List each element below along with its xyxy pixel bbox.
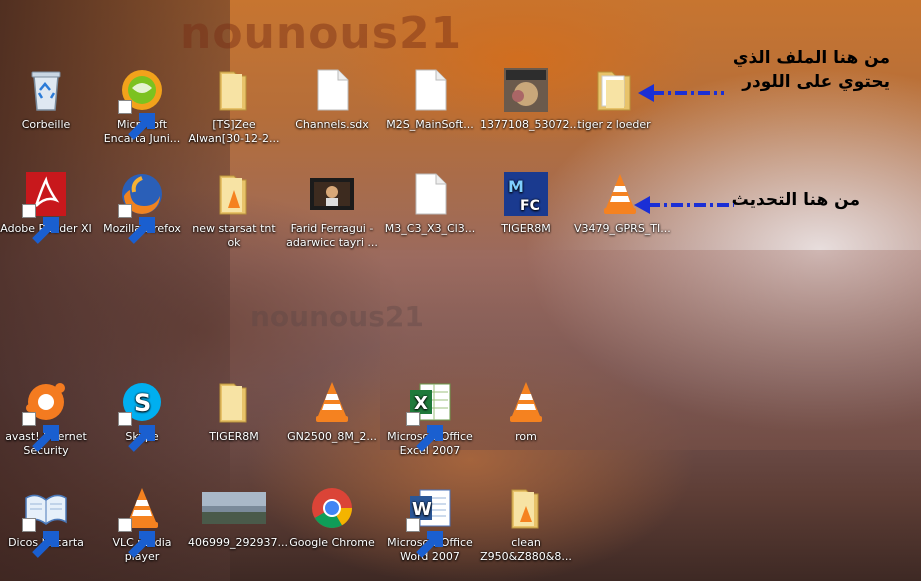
image-thumbnail-icon (202, 484, 266, 532)
desktop-icon-avast[interactable]: avast! Internet Security (0, 378, 94, 458)
shortcut-arrow-icon (406, 518, 443, 558)
desktop-icon-firefox[interactable]: Mozilla Firefox (94, 170, 190, 244)
folder-icon (502, 484, 550, 532)
desktop-icon-vlc-media-player[interactable]: VLC media player (94, 484, 190, 564)
recycle-bin-icon (22, 66, 70, 114)
icon-label: tiger z loeder (577, 118, 651, 131)
desktop-icon-tiger8m-app[interactable]: M FC TIGER8M (478, 170, 574, 236)
vlc-icon (308, 378, 356, 426)
icon-label: rom (515, 430, 537, 443)
chrome-icon (308, 484, 356, 532)
desktop-icon-google-chrome[interactable]: Google Chrome (284, 484, 380, 550)
image-thumbnail-icon (502, 66, 550, 114)
desktop-icon-gn2500[interactable]: GN2500_8M_2... (284, 378, 380, 444)
svg-text:M: M (508, 177, 524, 196)
update-arrow-icon (634, 196, 734, 214)
desktop-icon-encarta[interactable]: Microsoft Encarta Juni... (94, 66, 190, 146)
svg-text:W: W (412, 499, 432, 520)
desktop-icon-m2s-mainsoft[interactable]: M2S_MainSoft... (382, 66, 478, 132)
desktop-icon-clean-z950[interactable]: clean Z950&Z880&8... (478, 484, 574, 564)
desktop-icon-tiger8m-folder[interactable]: TIGER8M (186, 378, 282, 444)
desktop-icon-word-2007[interactable]: W Microsoft Office Word 2007 (382, 484, 478, 564)
icon-label: 1377108_53072... (480, 118, 580, 131)
icon-label: Channels.sdx (295, 118, 369, 131)
firefox-icon (118, 170, 166, 244)
shortcut-arrow-icon (22, 412, 59, 452)
folder-icon (210, 66, 258, 114)
desktop-icon-excel-2007[interactable]: X Microsoft Office Excel 2007 (382, 378, 478, 458)
desktop-icon-406999[interactable]: 406999_292937... (186, 484, 288, 550)
desktop-icon-dicos-encarta[interactable]: Dicos Encarta (0, 484, 94, 558)
desktop-icon-adobe-reader[interactable]: Adobe Reader XI (0, 170, 94, 244)
desktop-icon-corbeille[interactable]: Corbeille (0, 66, 94, 132)
shortcut-arrow-icon (118, 412, 155, 452)
folder-icon (210, 378, 258, 426)
vlc-icon (502, 378, 550, 426)
file-icon (308, 66, 356, 114)
desktop-icon-m3-c3-x3[interactable]: M3_C3_X3_Cl3... (382, 170, 478, 236)
icon-label: Corbeille (21, 118, 71, 131)
icon-label: Farid Ferragui - adarwicc tayri ... (286, 222, 378, 249)
tiger8m-app-icon: M FC (502, 170, 550, 218)
icon-label: clean Z950&Z880&8... (480, 536, 572, 563)
desktop-icon-farid-ferragui[interactable]: Farid Ferragui - adarwicc tayri ... (284, 170, 380, 250)
icon-label: TIGER8M (209, 430, 259, 443)
file-icon (406, 66, 454, 114)
icon-label: TIGER8M (501, 222, 551, 235)
shortcut-arrow-icon (118, 100, 155, 140)
shortcut-arrow-icon (22, 518, 59, 558)
watermark: nounous21 (180, 8, 463, 59)
file-icon (406, 170, 454, 218)
shortcut-arrow-icon (118, 204, 155, 244)
watermark-secondary: nounous21 (250, 300, 424, 333)
icon-label: [TS]Zee Alwan[30-12-2... (188, 118, 280, 145)
excel-icon: X (406, 378, 454, 452)
shortcut-arrow-icon (406, 412, 443, 452)
svg-text:FC: FC (520, 198, 540, 214)
loader-annotation-text: من هنا الملف الذي يحتوي على اللودر (732, 48, 890, 92)
folder-icon (210, 170, 258, 218)
desktop-icon-channels-sdx[interactable]: Channels.sdx (284, 66, 380, 132)
icon-label: new starsat tnt ok (192, 222, 276, 249)
desktop-icon-ts-zee-alwan[interactable]: [TS]Zee Alwan[30-12-2... (186, 66, 282, 146)
avast-icon (22, 378, 70, 452)
skype-icon: S (118, 378, 166, 452)
desktop-icon-rom[interactable]: rom (478, 378, 574, 444)
icon-label: V3479_GPRS_TI... (574, 222, 671, 235)
icon-label: 406999_292937... (188, 536, 288, 549)
desktop-icon-1377108[interactable]: 1377108_53072... (478, 66, 580, 132)
encarta-icon (118, 66, 166, 140)
desktop-icon-new-starsat[interactable]: new starsat tnt ok (186, 170, 282, 250)
svg-text:X: X (414, 393, 428, 414)
icon-label: M3_C3_X3_Cl3... (384, 222, 476, 235)
dictionary-icon (22, 484, 70, 558)
adobe-reader-icon (22, 170, 70, 244)
shortcut-arrow-icon (22, 204, 59, 244)
vlc-icon (118, 484, 166, 558)
desktop-icon-skype[interactable]: S Skype (94, 378, 190, 452)
video-thumbnail-icon (308, 170, 356, 218)
word-icon: W (406, 484, 454, 558)
icon-label: Google Chrome (289, 536, 375, 549)
icon-label: GN2500_8M_2... (287, 430, 377, 443)
loader-arrow-icon (638, 84, 724, 102)
shortcut-arrow-icon (118, 518, 155, 558)
icon-label: M2S_MainSoft... (386, 118, 474, 131)
folder-icon (590, 66, 638, 114)
